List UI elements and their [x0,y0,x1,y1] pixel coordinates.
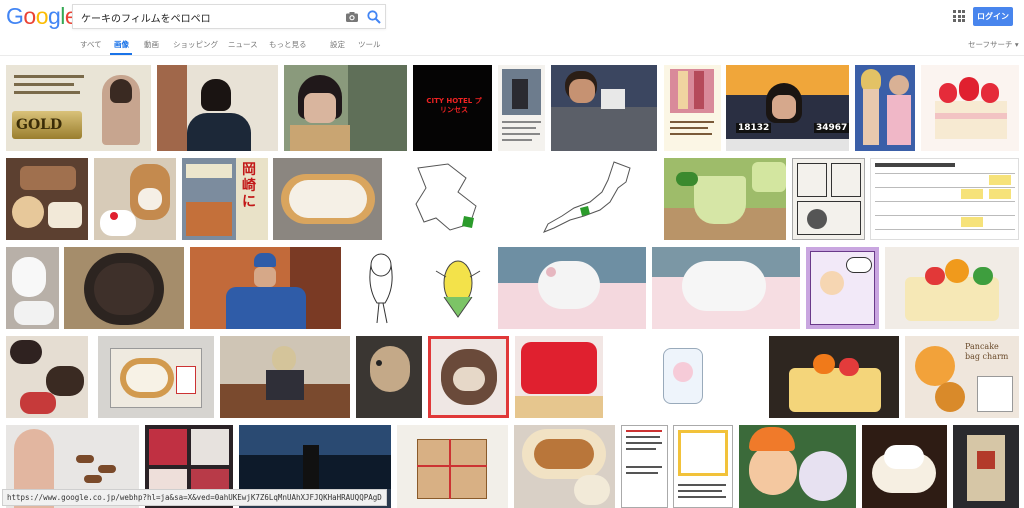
image-result[interactable]: Pancake bag charm [905,336,1019,418]
image-result[interactable] [855,65,915,151]
image-result[interactable] [6,336,88,418]
image-result[interactable] [424,247,492,329]
score-left: 18132 [736,123,772,133]
book-title-text: 岡崎に [242,162,256,210]
camera-icon[interactable] [345,10,359,24]
image-result[interactable] [621,425,668,508]
pancake-charm-label: Pancake bag charm [965,342,1009,361]
logo-letter: o [23,3,36,29]
image-result[interactable] [664,158,786,240]
status-bar-url: https://www.google.co.jp/webhp?hl=ja&sa=… [2,489,387,506]
tab-more[interactable]: もっと見る [269,39,307,50]
search-tabs: すべて 画像 動画 ショッピング ニュース もっと見る 設定 ツール セーフサー… [0,34,1024,56]
search-input[interactable] [81,8,341,26]
image-results-grid: GOLD CITY HOTEL プリンセス 18132 34967 岡崎に Pa… [0,64,1024,508]
image-result[interactable] [157,65,278,151]
image-result[interactable] [769,336,899,418]
tab-news[interactable]: ニュース [228,39,258,50]
search-icon[interactable] [366,9,382,25]
image-result[interactable] [498,65,545,151]
tab-settings[interactable]: 設定 [330,39,345,50]
image-result[interactable] [515,336,603,418]
tab-all[interactable]: すべて [80,39,102,50]
image-result[interactable] [514,425,615,508]
image-result[interactable] [739,425,856,508]
image-result[interactable]: 18132 34967 [726,65,849,151]
image-result[interactable] [220,336,350,418]
image-result[interactable] [397,425,508,508]
tab-shopping[interactable]: ショッピング [173,39,218,50]
header: Google ログイン [0,0,1024,34]
image-result[interactable] [953,425,1019,508]
image-result[interactable] [652,247,800,329]
image-result[interactable] [921,65,1019,151]
google-logo[interactable]: Google [6,3,78,30]
tab-videos[interactable]: 動画 [144,39,159,50]
image-result[interactable] [806,247,879,329]
image-result[interactable] [551,65,657,151]
image-result[interactable] [514,158,658,240]
image-result[interactable] [356,336,422,418]
japan-map-outline [542,161,631,233]
sketch-figure [369,253,393,324]
image-result[interactable] [347,247,417,329]
image-result[interactable] [673,425,733,508]
image-result[interactable] [664,65,721,151]
image-result[interactable] [655,336,713,418]
image-result[interactable] [64,247,184,329]
search-box [72,4,386,29]
image-result[interactable] [885,247,1019,329]
image-result[interactable] [388,158,508,240]
login-button[interactable]: ログイン [973,7,1013,26]
image-result[interactable] [284,65,407,151]
image-result[interactable] [428,336,509,418]
map-outline [415,163,477,231]
logo-letter: o [35,3,49,29]
image-result[interactable]: CITY HOTEL プリンセス [413,65,492,151]
tab-tools[interactable]: ツール [358,39,381,50]
sketch-character [435,260,481,318]
safesearch-menu[interactable]: セーフサーチ ▾ [968,39,1019,50]
image-result[interactable] [870,158,1019,240]
image-result[interactable] [6,158,88,240]
image-result[interactable]: GOLD [6,65,151,151]
image-result[interactable] [862,425,947,508]
image-result[interactable] [190,247,341,329]
hotel-sign-text: CITY HOTEL プリンセス [426,97,482,114]
score-right: 34967 [814,123,849,133]
logo-letter: g [47,3,61,29]
image-result[interactable] [98,336,214,418]
image-result[interactable] [273,158,382,240]
active-tab-indicator [110,53,132,55]
image-result[interactable]: 岡崎に [182,158,268,240]
image-result[interactable] [6,247,59,329]
gold-card-label: GOLD [16,117,63,133]
tab-images[interactable]: 画像 [114,39,129,50]
apps-grid-icon[interactable] [953,10,965,22]
image-result[interactable] [94,158,176,240]
image-result[interactable] [792,158,865,240]
logo-letter: G [6,3,24,29]
image-result[interactable] [498,247,646,329]
